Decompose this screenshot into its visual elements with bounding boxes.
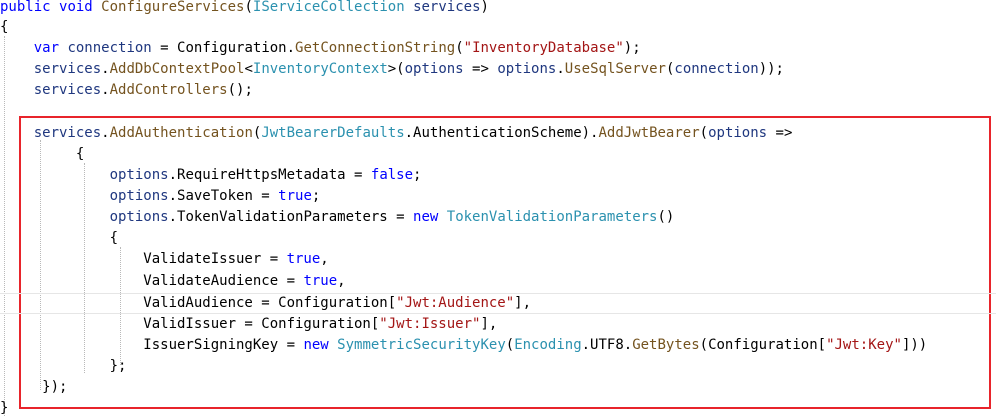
code-token: false <box>370 167 414 183</box>
code-token: ( <box>244 0 253 15</box>
code-token: new <box>413 209 439 225</box>
code-token: UseSqlServer <box>564 61 666 77</box>
code-token: true <box>278 188 312 204</box>
code-editor[interactable]: public void ConfigureServices(IServiceCo… <box>0 0 996 420</box>
code-token: )); <box>758 61 784 77</box>
code-token: ], <box>514 295 532 311</box>
code-token: ); <box>623 40 641 56</box>
code-token: options <box>497 61 557 77</box>
code-token: .RequireHttpsMetadata = <box>168 167 371 183</box>
code-token: var <box>33 40 60 56</box>
code-token: => <box>767 125 793 141</box>
code-token: ; <box>413 167 422 183</box>
code-token: }); <box>0 379 68 395</box>
code-token: ) <box>480 0 489 15</box>
code-token: AddAuthentication <box>109 125 253 141</box>
code-token: options <box>404 61 464 77</box>
code-token: new <box>303 337 329 353</box>
code-token: JwtBearerDefaults <box>261 125 405 141</box>
code-token: AddJwtBearer <box>598 125 700 141</box>
code-token: true <box>303 273 338 289</box>
code-token: (Configuration[ <box>699 337 827 353</box>
code-token: AddDbContextPool <box>109 61 245 77</box>
code-token: services <box>413 0 481 15</box>
code-token: , <box>320 251 329 267</box>
code-token: ; <box>311 188 321 204</box>
code-token: . <box>101 125 110 141</box>
code-token: ( <box>699 125 709 141</box>
code-token: InventoryContext <box>252 61 388 77</box>
code-token: true <box>286 251 321 267</box>
code-token: void <box>59 0 93 15</box>
code-token: >( <box>387 61 405 77</box>
code-token: }; <box>0 358 127 374</box>
code-token: .SaveToken = <box>168 188 279 204</box>
code-token: IssuerSigningKey = <box>0 337 304 353</box>
code-token: options <box>109 167 169 183</box>
code-token: ( <box>455 40 464 56</box>
code-token: { <box>0 230 119 246</box>
code-token: , <box>337 273 346 289</box>
code-token: IServiceCollection <box>252 0 405 15</box>
code-token: ValidAudience = Configuration[ <box>0 295 397 311</box>
code-token: } <box>0 400 9 416</box>
code-token: TokenValidationParameters <box>446 209 658 225</box>
code-token: Encoding <box>514 337 582 353</box>
code-token: ])) <box>901 337 928 353</box>
code-token: services <box>33 61 102 77</box>
code-token: .TokenValidationParameters = <box>168 209 414 225</box>
code-token: . <box>556 61 565 77</box>
code-token: options <box>109 209 169 225</box>
code-token: . <box>101 82 110 98</box>
code-token: ValidateAudience = <box>0 273 304 289</box>
code-token: ValidateIssuer = <box>0 251 287 267</box>
code-token: GetBytes <box>632 337 700 353</box>
code-token: ValidIssuer = Configuration[ <box>0 316 380 332</box>
code-token: ConfigureServices <box>101 0 245 15</box>
code-token: { <box>0 146 85 162</box>
code-token: "InventoryDatabase" <box>463 40 624 56</box>
code-token: .UTF8. <box>581 337 633 353</box>
code-token: = Configuration. <box>151 40 296 56</box>
code-token: "Jwt:Audience" <box>396 295 515 311</box>
code-line[interactable]: ValidAudience = Configuration["Jwt:Audie… <box>0 293 996 314</box>
code-token: AddControllers <box>109 82 228 98</box>
code-token: options <box>109 188 169 204</box>
code-token: (); <box>227 82 253 98</box>
code-token: connection <box>674 61 759 77</box>
code-token: connection <box>67 40 152 56</box>
code-token: ( <box>505 337 515 353</box>
code-token: services <box>33 82 102 98</box>
code-token: GetConnectionString <box>295 40 456 56</box>
code-token: services <box>33 125 102 141</box>
code-token: options <box>708 125 768 141</box>
code-token: { <box>0 19 9 35</box>
code-token: () <box>657 209 675 225</box>
code-token: .AuthenticationScheme). <box>404 125 599 141</box>
code-token: => <box>463 61 498 77</box>
code-token: < <box>244 61 253 77</box>
code-token: . <box>101 61 110 77</box>
code-token: ], <box>480 316 498 332</box>
code-token: "Jwt:Key" <box>826 337 902 353</box>
code-token: public <box>0 0 51 15</box>
code-token: "Jwt:Issuer" <box>379 316 481 332</box>
code-token: SymmetricSecurityKey <box>337 337 506 353</box>
